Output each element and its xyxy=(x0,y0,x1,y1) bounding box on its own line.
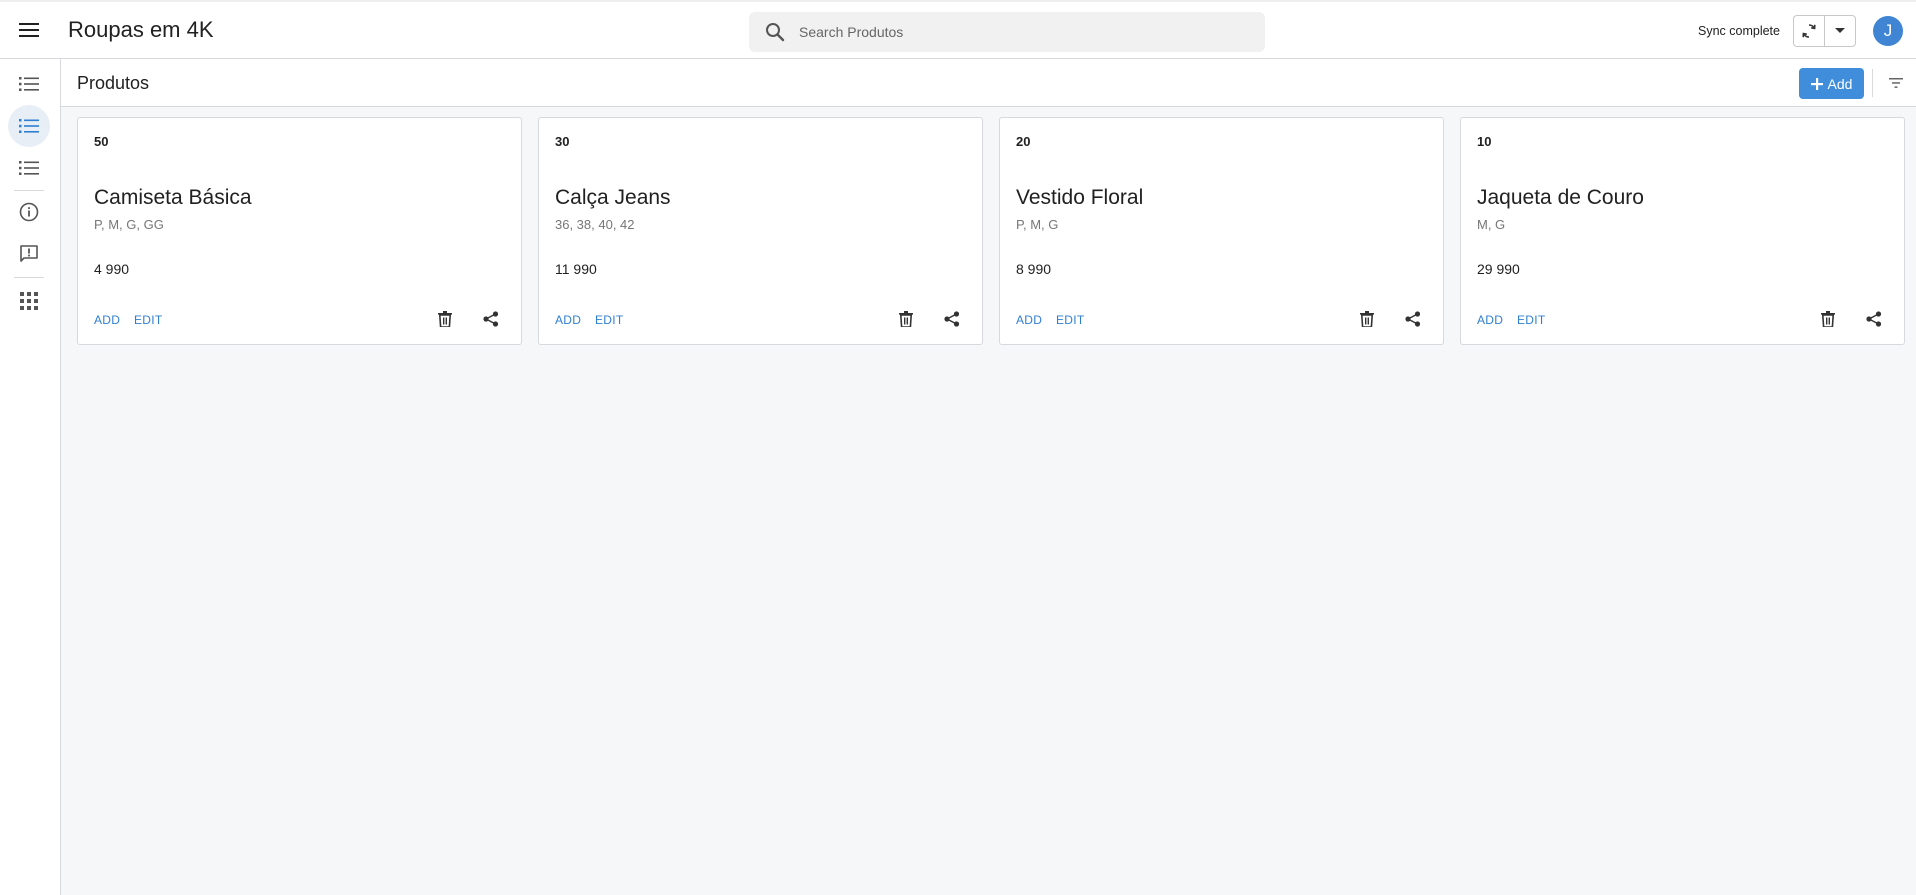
product-name: Calça Jeans xyxy=(555,186,671,209)
product-sizes: P, M, G, GG xyxy=(94,217,164,232)
product-card: 20 Vestido Floral P, M, G 8 990 ADD EDIT xyxy=(999,117,1444,345)
share-icon[interactable] xyxy=(475,303,507,335)
edit-button[interactable]: EDIT xyxy=(1056,313,1085,327)
add-button[interactable]: ADD xyxy=(94,313,120,327)
sidebar xyxy=(0,59,61,895)
product-name: Camiseta Básica xyxy=(94,186,252,209)
product-card: 30 Calça Jeans 36, 38, 40, 42 11 990 ADD… xyxy=(538,117,983,345)
edit-button[interactable]: EDIT xyxy=(134,313,163,327)
sync-icon xyxy=(1802,24,1816,38)
product-quantity: 20 xyxy=(1016,134,1031,149)
sync-button-group xyxy=(1793,15,1856,47)
product-card: 50 Camiseta Básica P, M, G, GG 4 990 ADD… xyxy=(77,117,522,345)
product-quantity: 50 xyxy=(94,134,109,149)
search-input[interactable] xyxy=(799,24,1239,40)
add-button[interactable]: Add xyxy=(1799,68,1864,99)
plus-icon xyxy=(1810,77,1823,90)
page-toolbar: Produtos Add xyxy=(61,59,1916,107)
product-sizes: P, M, G xyxy=(1016,217,1059,232)
page-title: Produtos xyxy=(77,73,150,93)
list-icon xyxy=(19,119,39,133)
sync-button[interactable] xyxy=(1794,16,1824,46)
delete-icon[interactable] xyxy=(429,303,461,335)
sidebar-item-apps[interactable] xyxy=(8,280,50,322)
app-title: Roupas em 4K xyxy=(68,17,214,42)
avatar[interactable]: J xyxy=(1873,16,1903,46)
toolbar-divider xyxy=(1872,69,1873,97)
add-button[interactable]: ADD xyxy=(1477,313,1503,327)
add-button-label: Add xyxy=(1827,75,1853,92)
sync-status: Sync complete xyxy=(1698,24,1780,38)
delete-icon[interactable] xyxy=(890,303,922,335)
product-quantity: 30 xyxy=(555,134,570,149)
delete-icon[interactable] xyxy=(1351,303,1383,335)
product-price: 8 990 xyxy=(1016,261,1052,277)
delete-icon[interactable] xyxy=(1812,303,1844,335)
sidebar-divider xyxy=(14,277,44,278)
product-card: 10 Jaqueta de Couro M, G 29 990 ADD EDIT xyxy=(1460,117,1905,345)
sidebar-item-list-3[interactable] xyxy=(8,147,50,189)
sidebar-item-list-2[interactable] xyxy=(8,105,50,147)
product-name: Jaqueta de Couro xyxy=(1477,186,1644,209)
hamburger-menu-icon[interactable] xyxy=(15,16,43,44)
list-icon xyxy=(19,161,39,175)
search-icon xyxy=(761,18,789,46)
sidebar-item-info[interactable] xyxy=(8,191,50,233)
share-icon[interactable] xyxy=(936,303,968,335)
product-price: 29 990 xyxy=(1477,261,1520,277)
edit-button[interactable]: EDIT xyxy=(1517,313,1546,327)
product-quantity: 10 xyxy=(1477,134,1492,149)
product-sizes: 36, 38, 40, 42 xyxy=(555,217,635,232)
caret-down-icon xyxy=(1835,28,1846,33)
sync-options-dropdown[interactable] xyxy=(1824,16,1855,46)
filter-icon[interactable] xyxy=(1884,71,1908,95)
apps-grid-icon xyxy=(20,292,38,310)
info-icon xyxy=(19,202,39,222)
sidebar-item-list-1[interactable] xyxy=(8,63,50,105)
main-content: Produtos Add 50 Camiseta Básica P, M, G,… xyxy=(61,59,1916,895)
product-price: 11 990 xyxy=(555,261,597,277)
product-sizes: M, G xyxy=(1477,217,1506,232)
sidebar-item-feedback[interactable] xyxy=(8,233,50,275)
add-button[interactable]: ADD xyxy=(555,313,581,327)
share-icon[interactable] xyxy=(1858,303,1890,335)
share-icon[interactable] xyxy=(1397,303,1429,335)
feedback-icon xyxy=(20,245,38,262)
search-bar xyxy=(749,12,1265,52)
add-button[interactable]: ADD xyxy=(1016,313,1042,327)
edit-button[interactable]: EDIT xyxy=(595,313,624,327)
list-icon xyxy=(19,77,39,91)
app-bar: Roupas em 4K Sync complete J xyxy=(0,0,1916,59)
product-price: 4 990 xyxy=(94,261,130,277)
product-name: Vestido Floral xyxy=(1016,186,1144,209)
